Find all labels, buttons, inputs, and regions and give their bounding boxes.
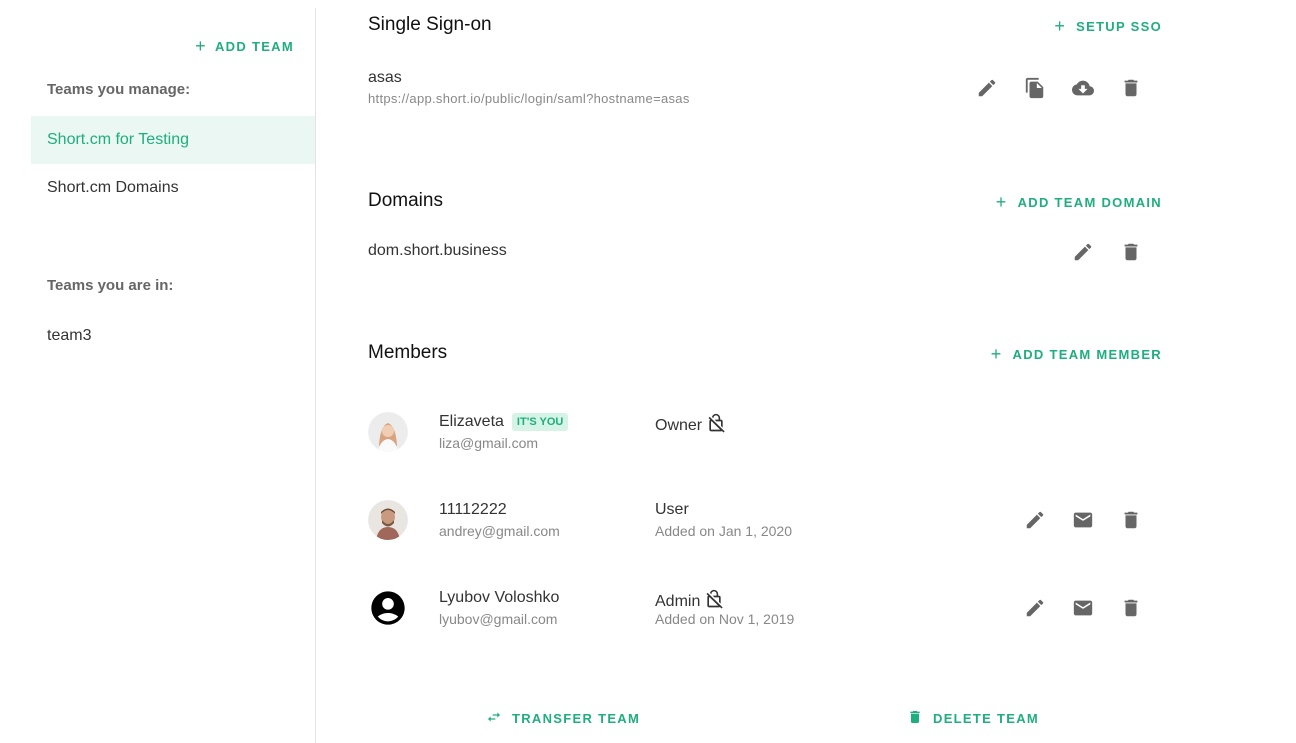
- add-team-domain-button[interactable]: + ADD TEAM DOMAIN: [996, 193, 1162, 211]
- member-name: Lyubov Voloshko: [439, 589, 560, 606]
- sso-title: Single Sign-on: [368, 14, 492, 35]
- main-content: Single Sign-on + SETUP SSO asas https://…: [368, 0, 1168, 743]
- member-email: liza@gmail.com: [439, 435, 539, 451]
- member-role: Owner: [655, 413, 726, 438]
- delete-icon[interactable]: [1119, 508, 1143, 532]
- members-title: Members: [368, 342, 448, 363]
- add-team-member-label: ADD TEAM MEMBER: [1012, 346, 1162, 362]
- sidebar-item-short-cm-domains[interactable]: Short.cm Domains: [31, 164, 315, 212]
- email-icon[interactable]: [1071, 508, 1095, 532]
- copy-icon[interactable]: [1023, 76, 1047, 100]
- edit-icon[interactable]: [1023, 596, 1047, 620]
- delete-team-button[interactable]: DELETE TEAM: [907, 709, 1039, 728]
- plus-icon: +: [195, 36, 207, 56]
- domain-name: dom.short.business: [368, 242, 507, 259]
- teams-member-heading: Teams you are in:: [47, 277, 174, 294]
- delete-icon[interactable]: [1119, 240, 1143, 264]
- sidebar-item-short-cm-for-testing[interactable]: Short.cm for Testing: [31, 116, 315, 164]
- cloud-download-icon[interactable]: [1071, 76, 1095, 100]
- sidebar: + ADD TEAM Teams you manage: Short.cm fo…: [0, 0, 316, 743]
- delete-icon[interactable]: [1119, 76, 1143, 100]
- teams-manage-heading: Teams you manage:: [47, 81, 191, 98]
- member-name-text: Elizaveta: [439, 413, 504, 430]
- member-added-date: Added on Jan 1, 2020: [655, 523, 793, 539]
- member-name: Elizaveta IT'S YOU: [439, 413, 569, 431]
- sidebar-item-team3[interactable]: team3: [31, 312, 315, 360]
- lock-off-icon: [706, 413, 726, 438]
- setup-sso-button[interactable]: + SETUP SSO: [1054, 17, 1162, 35]
- member-name: 11112222: [439, 501, 507, 518]
- plus-icon: +: [995, 192, 1008, 212]
- sso-name: asas: [368, 69, 402, 86]
- setup-sso-label: SETUP SSO: [1076, 18, 1162, 34]
- delete-icon[interactable]: [1119, 596, 1143, 620]
- its-you-badge: IT'S YOU: [511, 413, 569, 431]
- edit-icon[interactable]: [1071, 240, 1095, 264]
- domains-title: Domains: [368, 190, 443, 211]
- add-team-member-button[interactable]: + ADD TEAM MEMBER: [991, 345, 1162, 363]
- member-email: andrey@gmail.com: [439, 523, 560, 539]
- edit-icon[interactable]: [1023, 508, 1047, 532]
- email-icon[interactable]: [1071, 596, 1095, 620]
- plus-icon: +: [990, 344, 1003, 364]
- add-team-domain-label: ADD TEAM DOMAIN: [1017, 194, 1162, 210]
- member-email: lyubov@gmail.com: [439, 611, 558, 627]
- delete-team-label: DELETE TEAM: [933, 711, 1040, 726]
- sidebar-divider: [315, 8, 316, 743]
- member-role-text: Admin: [655, 592, 701, 610]
- swap-icon: [486, 709, 502, 728]
- add-team-button[interactable]: + ADD TEAM: [195, 37, 294, 55]
- member-role: User: [655, 501, 689, 518]
- avatar: [368, 500, 408, 540]
- plus-icon: +: [1054, 16, 1067, 36]
- sso-url: https://app.short.io/public/login/saml?h…: [368, 91, 690, 106]
- delete-icon: [907, 709, 923, 728]
- account-circle-icon: [368, 588, 408, 628]
- transfer-team-label: TRANSFER TEAM: [512, 711, 641, 726]
- avatar: [368, 412, 408, 452]
- member-added-date: Added on Nov 1, 2019: [655, 611, 795, 627]
- member-role-text: Owner: [655, 416, 703, 434]
- transfer-team-button[interactable]: TRANSFER TEAM: [486, 709, 640, 728]
- add-team-label: ADD TEAM: [214, 38, 294, 54]
- edit-icon[interactable]: [975, 76, 999, 100]
